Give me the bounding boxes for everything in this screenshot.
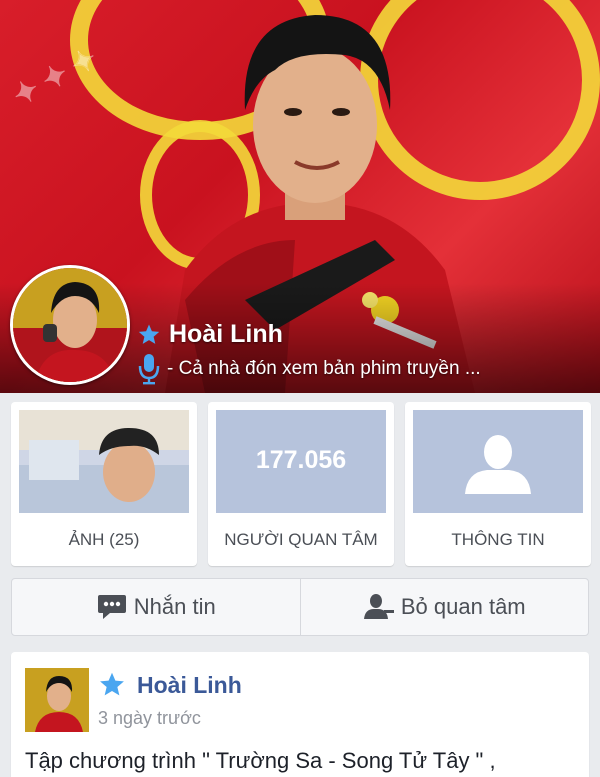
post-text: Tập chương trình " Trường Sa - Song Tử T… xyxy=(25,748,496,773)
photos-tile-label: ẢNH (25) xyxy=(68,530,140,549)
silhouette-icon xyxy=(465,435,531,494)
post-author-avatar-image xyxy=(25,668,89,732)
avatar-image xyxy=(13,268,127,382)
photo-thumbnail xyxy=(19,410,189,513)
photos-tile[interactable]: ẢNH (25) xyxy=(11,402,197,566)
profile-name[interactable]: Hoài Linh xyxy=(169,320,283,349)
microphone-icon xyxy=(138,354,160,385)
post-author-name[interactable]: Hoài Linh xyxy=(137,672,242,699)
message-button-label: Nhắn tin xyxy=(133,594,216,619)
followers-tile[interactable]: 177.056 NGƯỜI QUAN TÂM xyxy=(208,402,394,566)
info-tile-label: THÔNG TIN xyxy=(451,530,545,549)
info-tile[interactable]: THÔNG TIN xyxy=(405,402,591,566)
star-icon xyxy=(138,324,160,344)
unfollow-button[interactable]: Bỏ quan tâm xyxy=(299,579,589,635)
profile-status[interactable]: - Cả nhà đón xem bản phim truyền ... xyxy=(167,358,481,380)
profile-avatar[interactable] xyxy=(10,265,130,385)
profile-tiles: ẢNH (25) 177.056 NGƯỜI QUAN TÂM THÔNG TI… xyxy=(11,402,591,566)
profile-status-row: - Cả nhà đón xem bản phim truyền ... xyxy=(137,352,597,386)
followers-count: 177.056 xyxy=(255,446,347,474)
profile-page: ✦ ✦ ✦ Hoài Linh - Cả nhà đón xem bản phi… xyxy=(0,0,600,777)
chat-icon xyxy=(97,595,126,619)
message-button[interactable]: Nhắn tin xyxy=(12,579,300,635)
post-timestamp[interactable]: 3 ngày trước xyxy=(98,708,201,729)
post-author-avatar[interactable] xyxy=(25,668,89,732)
profile-name-row: Hoài Linh xyxy=(137,320,283,349)
star-icon xyxy=(100,672,124,696)
profile-actions: Nhắn tin Bỏ quan tâm xyxy=(11,578,589,636)
followers-tile-label: NGƯỜI QUAN TÂM xyxy=(224,530,378,549)
unfollow-button-label: Bỏ quan tâm xyxy=(400,594,526,619)
person-minus-icon xyxy=(363,594,394,619)
post-card: Hoài Linh 3 ngày trước Tập chương trình … xyxy=(11,652,589,777)
cover-decoration: ✦ ✦ ✦ xyxy=(7,41,103,114)
